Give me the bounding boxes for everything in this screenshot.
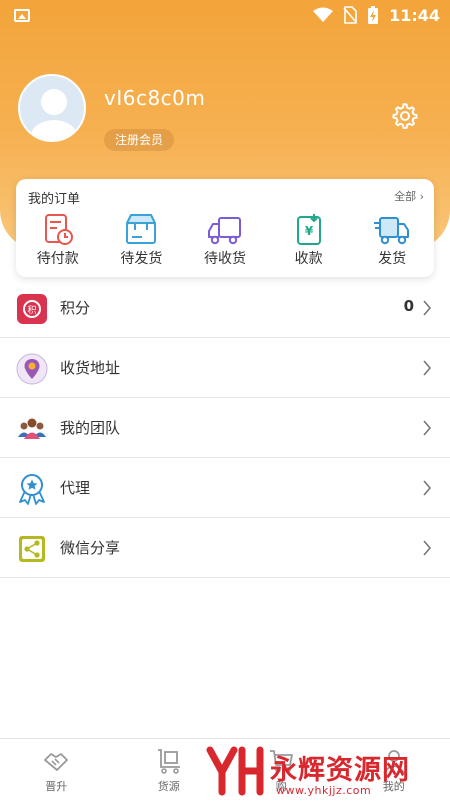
order-receive-payment[interactable]: ¥ 收款 (267, 213, 351, 268)
menu-item-address[interactable]: 收货地址 (0, 338, 450, 398)
orders-title: 我的订单 (28, 192, 81, 207)
nav-promotion[interactable]: 晋升 (0, 739, 113, 802)
chevron-right-icon (423, 360, 432, 376)
menu-item-points[interactable]: 积 积分 0 (0, 278, 450, 338)
watermark-overlay: 永辉资源网 www.yhkjjz.com (200, 738, 450, 802)
status-bar: 11:44 (0, 0, 450, 32)
menu-item-team[interactable]: 我的团队 (0, 398, 450, 458)
username: vI6c8c0m (104, 86, 206, 110)
location-icon (16, 353, 48, 385)
no-sim-icon (343, 6, 357, 24)
receive-payment-icon: ¥ (296, 214, 321, 245)
watermark-url: www.yhkjjz.com (276, 784, 372, 797)
points-value: 0 (403, 297, 414, 315)
wifi-icon (313, 7, 334, 22)
goods-source-icon (157, 749, 180, 774)
chevron-right-icon (423, 420, 432, 436)
ship-icon (374, 217, 410, 245)
svg-text:¥: ¥ (304, 224, 313, 238)
chevron-right-icon (423, 540, 432, 556)
share-icon (19, 536, 45, 562)
watermark-logo-icon (206, 746, 264, 796)
order-ship[interactable]: 发货 (350, 213, 434, 268)
svg-text:积: 积 (27, 304, 36, 316)
pending-payment-icon (44, 214, 73, 245)
member-level-badge: 注册会员 (104, 129, 175, 151)
order-pending-shipment[interactable]: 待发货 (100, 213, 184, 268)
battery-charging-icon (368, 6, 379, 24)
order-pending-payment[interactable]: 待付款 (16, 213, 100, 268)
agent-badge-icon (19, 474, 45, 505)
team-icon (18, 418, 46, 439)
order-pending-receipt[interactable]: 待收货 (183, 213, 267, 268)
menu-list: 积 积分 0 收货地址 我的团队 代理 微信分享 (0, 278, 450, 578)
orders-view-all-link[interactable]: 全部 › (394, 188, 424, 204)
pending-shipment-icon (126, 214, 157, 244)
gear-icon[interactable] (390, 101, 418, 129)
chevron-right-icon (423, 300, 432, 316)
chevron-right-icon (423, 480, 432, 496)
clock: 11:44 (389, 5, 440, 25)
menu-item-agent[interactable]: 代理 (0, 458, 450, 518)
watermark-text: 永辉资源网 (270, 755, 410, 786)
image-notification-icon (14, 9, 30, 22)
my-orders-card: 我的订单 全部 › 待付款 待发货 待收货 ¥ 收款 发货 (16, 179, 434, 277)
handshake-icon (44, 753, 69, 771)
points-icon: 积 (17, 294, 47, 324)
avatar[interactable] (18, 74, 86, 142)
pending-receipt-icon (207, 217, 241, 245)
menu-item-wechat-share[interactable]: 微信分享 (0, 518, 450, 578)
